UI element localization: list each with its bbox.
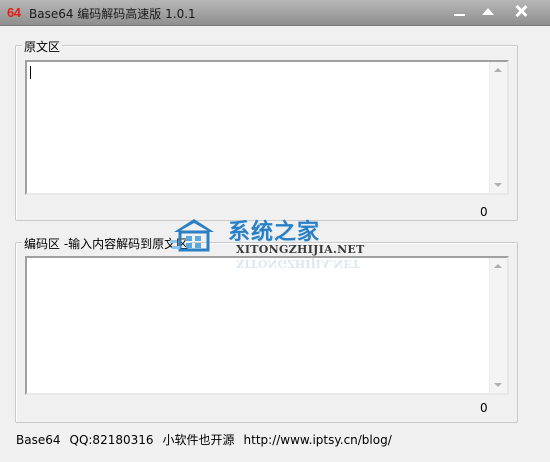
- close-icon: [515, 5, 527, 17]
- maximize-button[interactable]: [475, 2, 501, 20]
- house-logo-icon: [170, 219, 214, 252]
- encode-scrollbar[interactable]: [489, 258, 507, 393]
- scroll-up-icon[interactable]: [494, 264, 502, 268]
- scroll-down-icon[interactable]: [494, 183, 502, 187]
- encode-char-count: 0: [480, 401, 488, 415]
- title-bar[interactable]: 64 Base64 编码解码高速版 1.0.1: [0, 0, 550, 26]
- status-slogan: 小软件也开源: [162, 433, 235, 447]
- watermark-title: 系统之家: [228, 220, 321, 245]
- scroll-down-icon[interactable]: [494, 383, 502, 387]
- encode-text-area[interactable]: [25, 256, 509, 395]
- status-app-name: Base64: [16, 433, 61, 447]
- status-qq: QQ:82180316: [69, 433, 154, 447]
- site-watermark: 系统之家 XITONGZHIJIA.NET XITONGZHIJIA.NET: [160, 208, 370, 270]
- app-window: 64 Base64 编码解码高速版 1.0.1 原文区 0 编码区 -输入内容解…: [0, 0, 550, 462]
- close-button[interactable]: [508, 2, 534, 20]
- source-char-count: 0: [480, 205, 488, 219]
- scroll-up-icon[interactable]: [494, 68, 502, 72]
- source-scrollbar[interactable]: [489, 62, 507, 193]
- source-group-label: 原文区: [22, 38, 63, 55]
- window-title: Base64 编码解码高速版 1.0.1: [29, 7, 196, 21]
- status-bar: Base64 QQ:82180316 小软件也开源 http://www.iptsy.…: [16, 431, 401, 448]
- minimize-icon: [453, 14, 465, 16]
- status-url[interactable]: http://www.iptsy.cn/blog/: [244, 433, 392, 447]
- text-caret: [30, 66, 31, 79]
- app-icon: 64: [7, 5, 21, 20]
- watermark-reflection: XITONGZHIJIA.NET: [236, 257, 360, 270]
- minimize-button[interactable]: [446, 2, 472, 20]
- source-text-area[interactable]: [25, 60, 509, 195]
- watermark-subtitle: XITONGZHIJIA.NET: [236, 243, 365, 256]
- maximize-icon: [482, 7, 494, 15]
